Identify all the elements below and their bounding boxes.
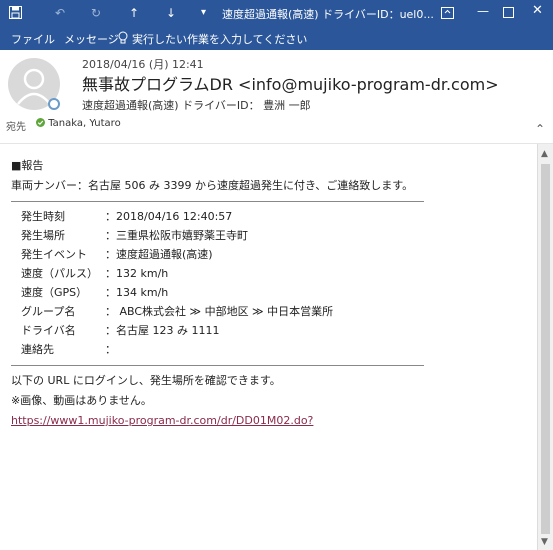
field-contact: 連絡先 ： xyxy=(21,342,424,358)
divider-top xyxy=(11,201,424,202)
subject: 速度超過通報(高速) ドライバーID： 豊洲 一郎 xyxy=(82,99,311,112)
field-speed-pulse: 速度（パルス） ：132 km/h xyxy=(21,266,424,282)
field-label: 速度（パルス） xyxy=(21,267,98,280)
field-value: ： ABC株式会社 ≫ 中部地区 ≫ 中日本営業所 xyxy=(105,305,334,318)
close-icon[interactable]: ✕ xyxy=(532,3,543,18)
minimize-icon[interactable]: — xyxy=(477,4,489,18)
scroll-down-icon[interactable]: ▼ xyxy=(541,537,548,547)
field-label: 発生時刻 xyxy=(21,210,65,223)
field-label: 発生イベント xyxy=(21,248,87,261)
field-label: 連絡先 xyxy=(21,343,54,356)
report-heading: ■報告 xyxy=(11,159,44,172)
arrow-up-icon[interactable]: ↑ xyxy=(129,5,139,21)
field-value: ：132 km/h xyxy=(105,267,169,280)
menu-bar: ファイル メッセージ 実行したい作業を入力してください xyxy=(0,26,553,50)
field-value: ： xyxy=(105,343,116,356)
vertical-scrollbar[interactable]: ▲ ▼ xyxy=(537,144,553,550)
field-label: グループ名 xyxy=(21,305,76,318)
field-speed-gps: 速度（GPS） ：134 km/h xyxy=(21,285,424,301)
field-value: ：134 km/h xyxy=(105,286,169,299)
divider-bottom xyxy=(11,365,424,366)
field-value: ：速度超過通報(高速) xyxy=(105,248,213,261)
message-body: ■報告 車両ナンバー：名古屋 506 み 3399 から速度超過発生に付き、ご連… xyxy=(0,144,537,550)
menu-message[interactable]: メッセージ xyxy=(64,31,119,47)
maximize-icon[interactable] xyxy=(503,7,514,18)
footer-no-media: ※画像、動画はありません。 xyxy=(11,394,152,407)
menu-file[interactable]: ファイル xyxy=(11,31,55,47)
arrow-down-icon[interactable]: ↓ xyxy=(166,5,176,21)
customize-toolbar-icon[interactable]: ▾ xyxy=(201,5,206,21)
message-header: 2018/04/16 (月) 12:41 無事故プログラムDR <info@mu… xyxy=(0,50,553,144)
scroll-thumb[interactable] xyxy=(541,164,550,534)
sender[interactable]: 無事故プログラムDR <info@mujiko-program-dr.com> xyxy=(82,71,499,95)
sent-date: 2018/04/16 (月) 12:41 xyxy=(82,58,204,71)
to-label: 宛先 xyxy=(6,122,26,133)
field-value: ：名古屋 123 み 1111 xyxy=(105,324,220,337)
tell-me-box[interactable]: 実行したい作業を入力してください xyxy=(132,31,307,47)
field-label: ドライバ名 xyxy=(21,324,76,337)
login-link[interactable]: https://www1.mujiko-program-dr.com/dr/DD… xyxy=(11,413,424,429)
to-recipient[interactable]: Tanaka, Yutaro xyxy=(36,118,121,129)
redo-icon[interactable]: ↻ xyxy=(91,5,101,21)
field-value: ：2018/04/16 12:40:57 xyxy=(105,210,233,223)
field-label: 速度（GPS） xyxy=(21,286,88,299)
ribbon-display-icon[interactable] xyxy=(441,7,454,19)
field-group: グループ名 ： ABC株式会社 ≫ 中部地区 ≫ 中日本営業所 xyxy=(21,304,424,320)
field-label: 発生場所 xyxy=(21,229,65,242)
window-title: 速度超過通報(高速) ドライバーID：uel0... xyxy=(222,8,434,21)
undo-icon[interactable]: ↶ xyxy=(55,5,65,21)
field-location: 発生場所 ：三重県松阪市嬉野薬王寺町 xyxy=(21,228,424,244)
save-icon[interactable] xyxy=(9,6,22,19)
collapse-header-icon[interactable]: ⌃ xyxy=(535,122,545,136)
intro-text: 車両ナンバー：名古屋 506 み 3399 から速度超過発生に付き、ご連絡致しま… xyxy=(11,179,414,192)
to-name: Tanaka, Yutaro xyxy=(48,118,121,129)
field-value: ：三重県松阪市嬉野薬王寺町 xyxy=(105,229,248,242)
field-driver: ドライバ名 ：名古屋 123 み 1111 xyxy=(21,323,424,339)
check-circle-icon xyxy=(36,118,45,127)
presence-indicator xyxy=(48,98,60,110)
field-occurred-time: 発生時刻 ：2018/04/16 12:40:57 xyxy=(21,209,424,225)
field-event: 発生イベント ：速度超過通報(高速) xyxy=(21,247,424,263)
lightbulb-icon xyxy=(118,31,128,44)
footer-login: 以下の URL にログインし、発生場所を確認できます。 xyxy=(11,374,281,387)
title-bar: ↶ ↻ ↑ ↓ ▾ 速度超過通報(高速) ドライバーID：uel0... — ✕ xyxy=(0,0,553,26)
scroll-up-icon[interactable]: ▲ xyxy=(541,149,548,159)
